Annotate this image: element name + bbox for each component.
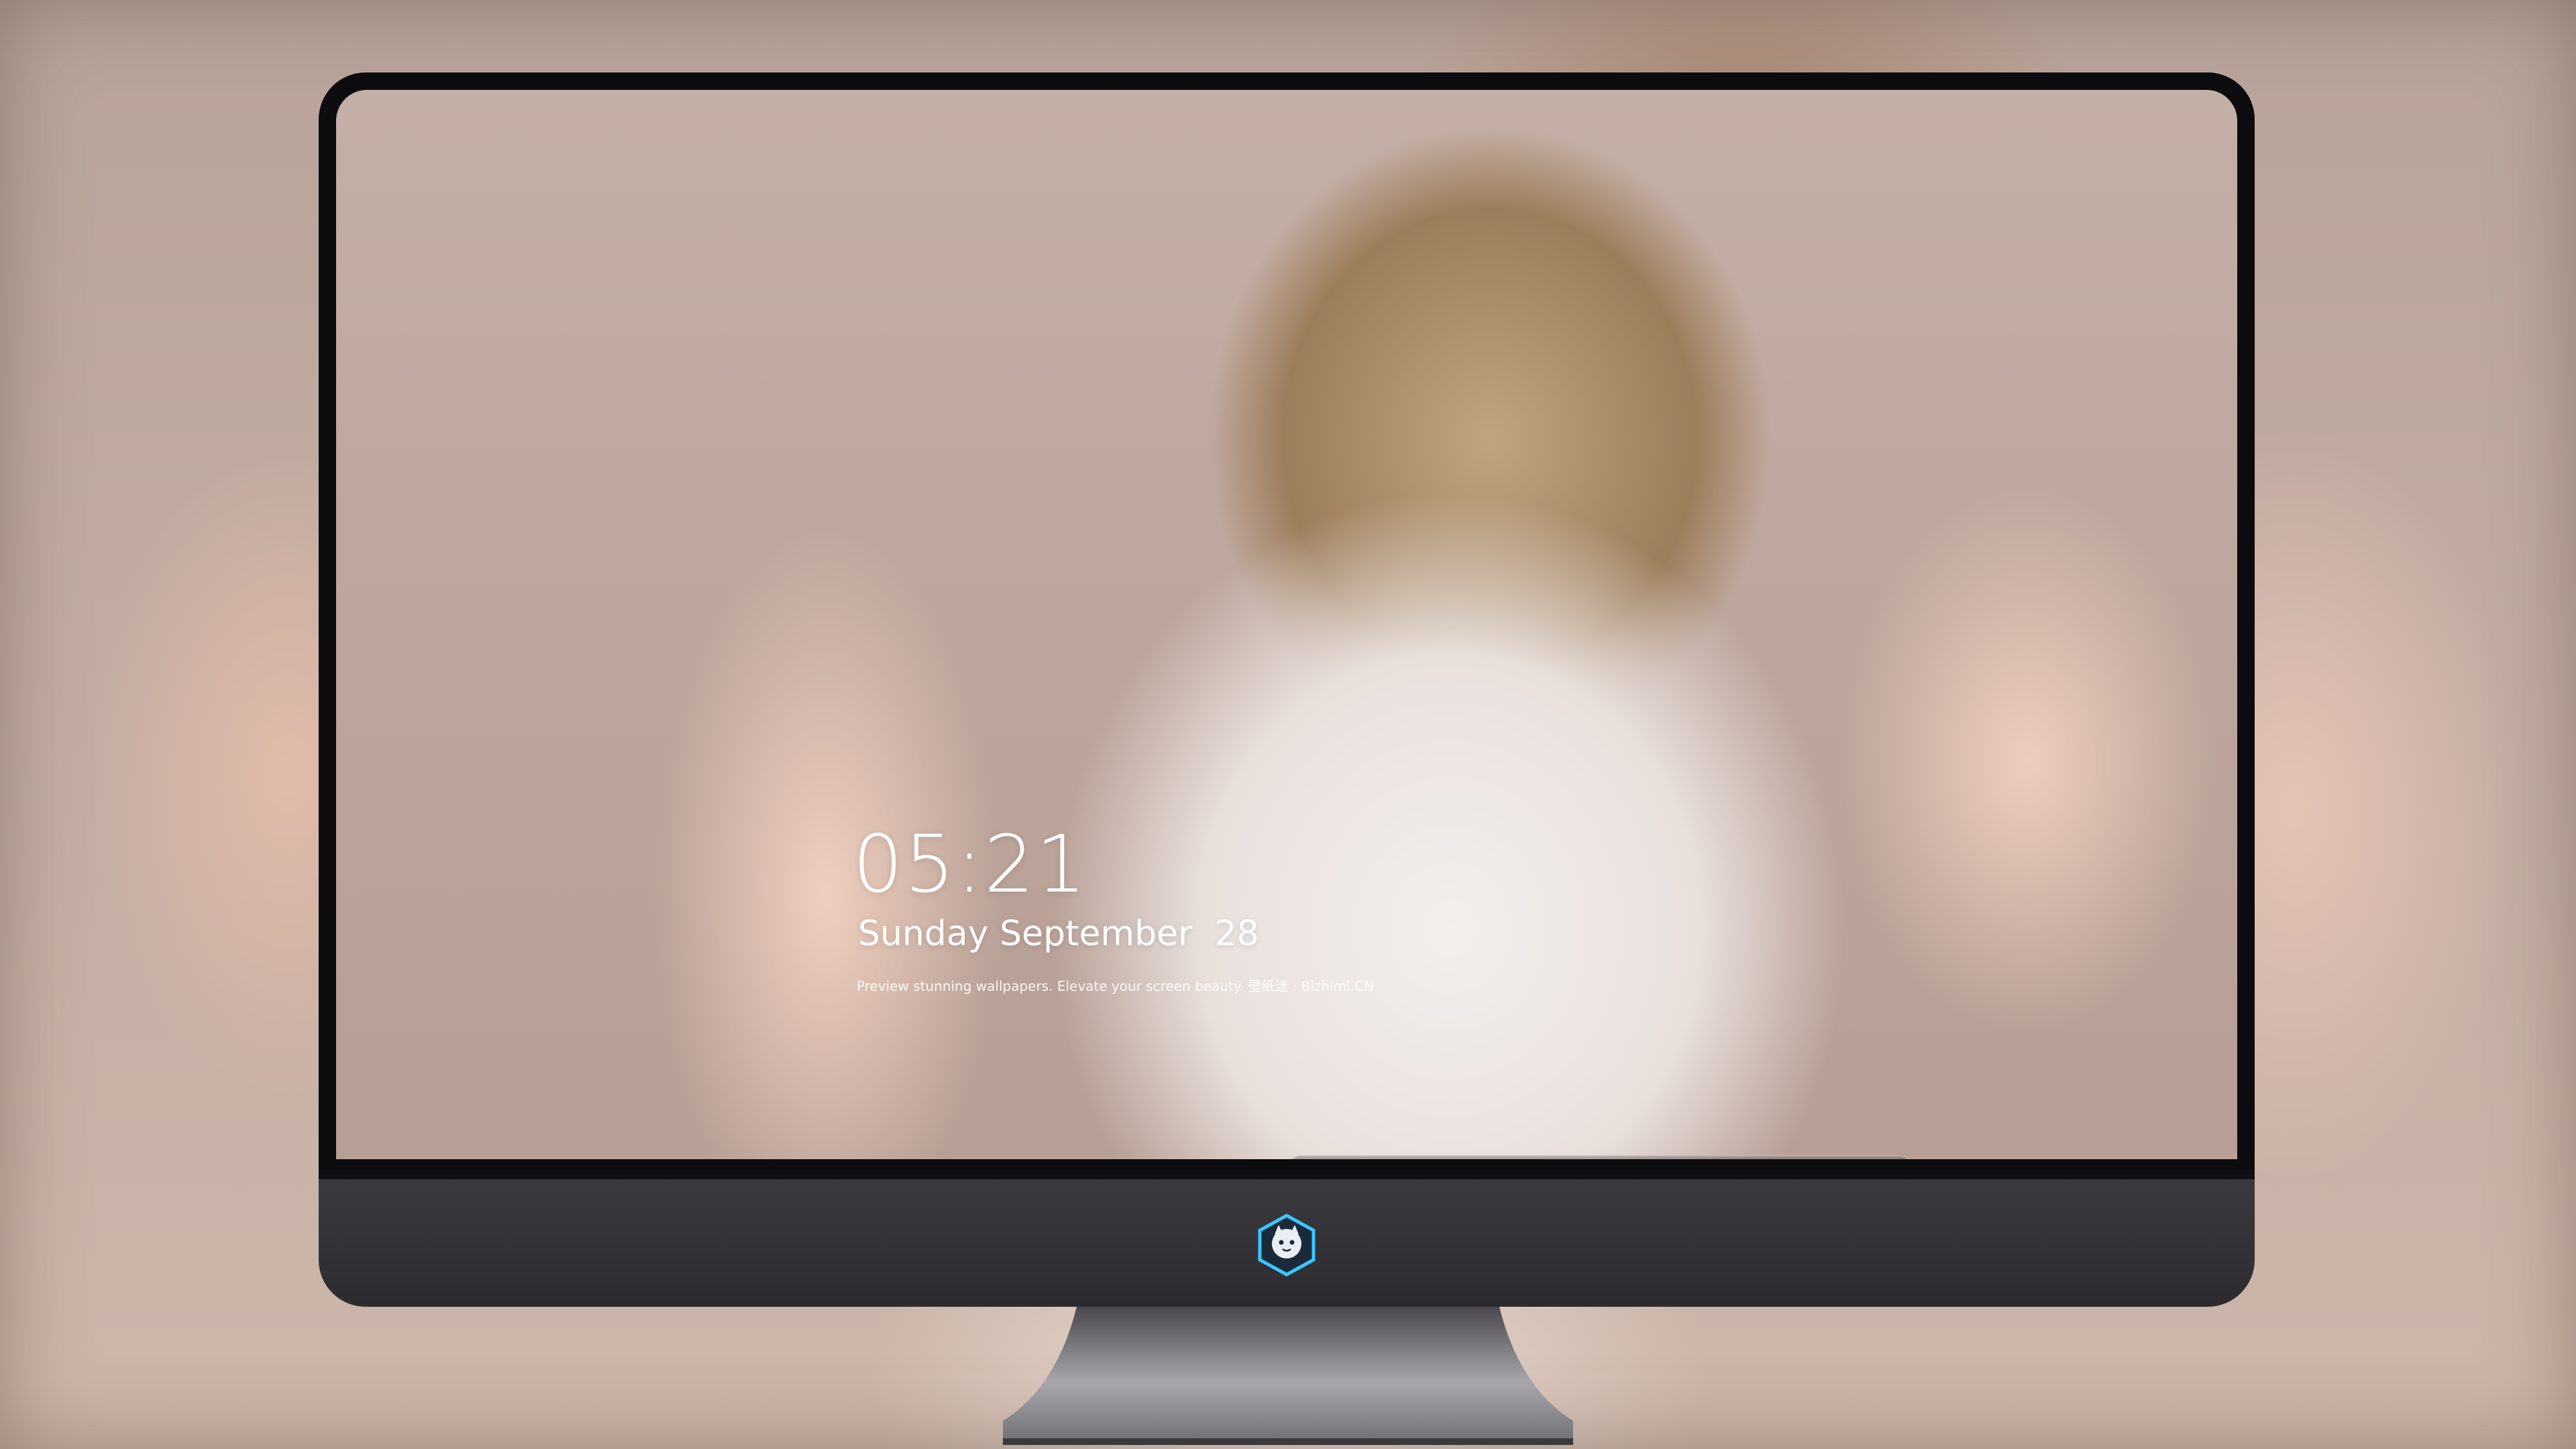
monitor-stand [1003, 1307, 1573, 1445]
lock-screen[interactable]: 05:21 Sunday September 28 Preview stunni… [336, 90, 2237, 1159]
brand-logo-icon [1258, 1214, 1316, 1277]
monitor: 05:21 Sunday September 28 Preview stunni… [319, 72, 2255, 1445]
lock-screen-date: Sunday September 28 [858, 914, 1259, 954]
monitor-bezel: 05:21 Sunday September 28 Preview stunni… [319, 72, 2255, 1170]
dock [1285, 1155, 1917, 1159]
monitor-chin [319, 1170, 2255, 1307]
wallpaper-tagline: Preview stunning wallpapers. Elevate you… [857, 978, 1374, 994]
lock-screen-time: 05:21 [853, 818, 1088, 910]
